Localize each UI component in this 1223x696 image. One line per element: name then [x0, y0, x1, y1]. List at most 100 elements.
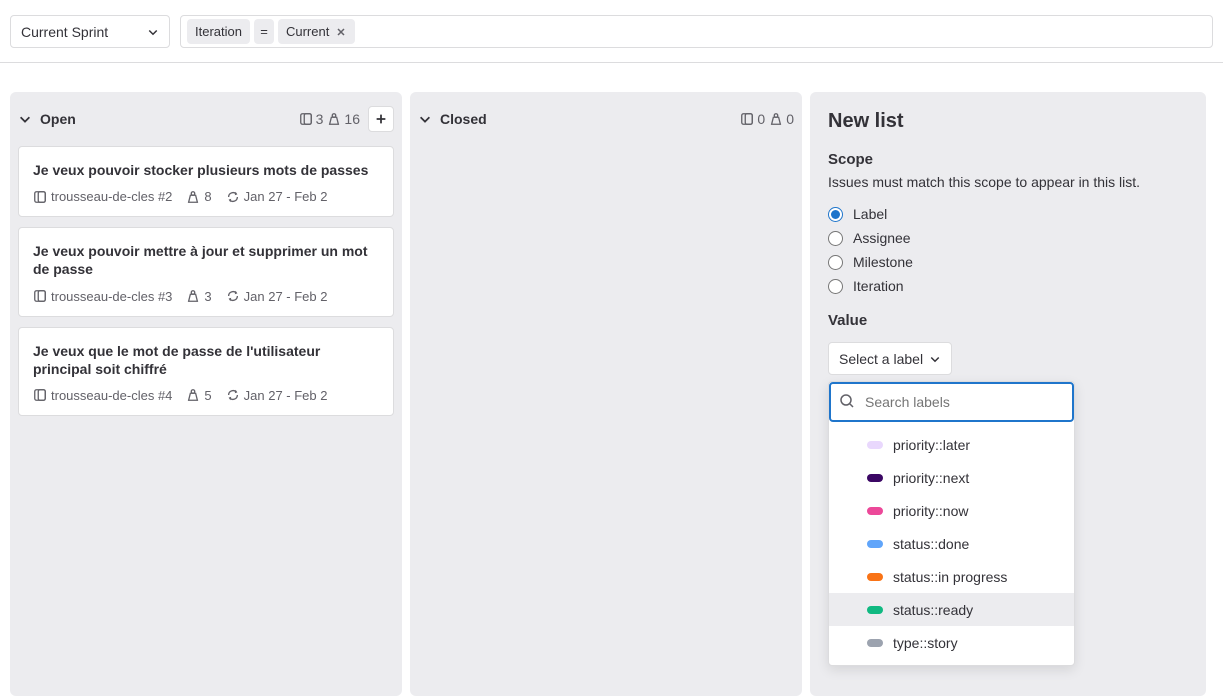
weight-icon [186, 289, 200, 303]
card-iteration: Jan 27 - Feb 2 [226, 289, 328, 304]
radio-label: Label [853, 206, 887, 222]
card-meta: trousseau-de-cles #28Jan 27 - Feb 2 [33, 189, 379, 204]
card-iteration: Jan 27 - Feb 2 [226, 189, 328, 204]
issues-stat: 3 [299, 111, 324, 127]
label-swatch [867, 474, 883, 482]
add-card-button[interactable] [368, 106, 394, 132]
weight-stat: 0 [769, 111, 794, 127]
chevron-down-icon [147, 26, 159, 38]
column-stats: 316 [299, 111, 360, 127]
card-title: Je veux pouvoir stocker plusieurs mots d… [33, 161, 379, 179]
radio-label: Iteration [853, 278, 904, 294]
weight-stat: 16 [327, 111, 360, 127]
label-swatch [867, 639, 883, 647]
card-weight: 3 [186, 289, 211, 304]
label-search-input[interactable] [829, 382, 1074, 422]
radio-label: Assignee [853, 230, 911, 246]
label-option[interactable]: status::done [829, 527, 1074, 560]
value-section: Value Select a label priority::laterprio… [828, 312, 1188, 666]
filter-chip-value[interactable]: Current [278, 19, 355, 44]
scope-radio-label[interactable]: Label [828, 206, 1188, 222]
scope-description: Issues must match this scope to appear i… [828, 174, 1188, 190]
project-text: trousseau-de-cles #3 [51, 289, 172, 304]
radio-input[interactable] [828, 255, 843, 270]
issues-stat: 0 [740, 111, 765, 127]
issue-card[interactable]: Je veux pouvoir stocker plusieurs mots d… [18, 146, 394, 217]
chevron-down-icon[interactable] [418, 112, 432, 126]
label-option[interactable]: priority::later [829, 428, 1074, 461]
weight-text: 8 [204, 189, 211, 204]
label-swatch [867, 573, 883, 581]
issues-icon [33, 289, 47, 303]
board-column: Closed 00 [410, 92, 802, 696]
label-option[interactable]: status::in progress [829, 560, 1074, 593]
close-icon[interactable] [335, 26, 347, 38]
issue-card[interactable]: Je veux pouvoir mettre à jour et supprim… [18, 227, 394, 316]
select-label-button[interactable]: Select a label [828, 342, 952, 375]
radio-input[interactable] [828, 279, 843, 294]
issues-icon [33, 190, 47, 204]
scope-radio-assignee[interactable]: Assignee [828, 230, 1188, 246]
project-ref: trousseau-de-cles #4 [33, 388, 172, 403]
radio-input[interactable] [828, 207, 843, 222]
label-swatch [867, 507, 883, 515]
chevron-down-icon[interactable] [18, 112, 32, 126]
weight-icon [769, 112, 783, 126]
label-option-text: priority::now [893, 503, 968, 519]
scope-radio-milestone[interactable]: Milestone [828, 254, 1188, 270]
search-wrapper [829, 382, 1074, 422]
scope-radio-group: Label Assignee Milestone Iteration [828, 206, 1188, 294]
label-option[interactable]: priority::next [829, 461, 1074, 494]
dates-text: Jan 27 - Feb 2 [244, 189, 328, 204]
chip-text: Current [286, 24, 329, 39]
chip-text: Iteration [195, 24, 242, 39]
label-option[interactable]: status::ready [829, 593, 1074, 626]
dates-text: Jan 27 - Feb 2 [244, 388, 328, 403]
sprint-selector[interactable]: Current Sprint [10, 15, 170, 48]
sprint-label: Current Sprint [21, 24, 108, 40]
column-header: Closed 00 [410, 92, 802, 146]
column-title: Open [40, 111, 76, 127]
filter-chip-field[interactable]: Iteration [187, 19, 250, 44]
filter-input-area[interactable]: Iteration = Current [180, 15, 1213, 48]
radio-label: Milestone [853, 254, 913, 270]
issue-card[interactable]: Je veux que le mot de passe de l'utilisa… [18, 327, 394, 416]
dates-text: Jan 27 - Feb 2 [244, 289, 328, 304]
column-title: Closed [440, 111, 487, 127]
board: Open316Je veux pouvoir stocker plusieurs… [0, 63, 1223, 696]
issues-icon [33, 388, 47, 402]
issues-count: 3 [316, 111, 324, 127]
label-option-text: status::in progress [893, 569, 1007, 585]
weight-text: 3 [204, 289, 211, 304]
iteration-icon [226, 190, 240, 204]
label-option[interactable]: priority::now [829, 494, 1074, 527]
chevron-down-icon [929, 353, 941, 365]
issues-count: 0 [757, 111, 765, 127]
label-swatch [867, 540, 883, 548]
weight-text: 5 [204, 388, 211, 403]
label-option-text: priority::later [893, 437, 970, 453]
column-stats: 00 [740, 111, 794, 127]
plus-icon [374, 112, 388, 126]
column-body: Je veux pouvoir stocker plusieurs mots d… [10, 146, 402, 696]
scope-radio-iteration[interactable]: Iteration [828, 278, 1188, 294]
card-title: Je veux pouvoir mettre à jour et supprim… [33, 242, 379, 278]
label-option-text: priority::next [893, 470, 969, 486]
label-option-text: status::done [893, 536, 969, 552]
label-option-text: status::ready [893, 602, 973, 618]
column-body [410, 146, 802, 696]
new-list-panel: New list Scope Issues must match this sc… [810, 92, 1206, 696]
radio-input[interactable] [828, 231, 843, 246]
label-option[interactable]: type::story [829, 626, 1074, 659]
weight-icon [186, 388, 200, 402]
card-meta: trousseau-de-cles #4 5 Jan 27 - Feb 2 [33, 388, 379, 403]
value-heading: Value [828, 312, 1188, 329]
filter-chip-operator[interactable]: = [254, 19, 274, 44]
iteration-icon [226, 388, 240, 402]
chip-text: = [260, 24, 268, 39]
label-swatch [867, 606, 883, 614]
column-header: Open 316 [10, 92, 402, 146]
project-ref: trousseau-de-cles #3 [33, 289, 172, 304]
card-meta: trousseau-de-cles #3 3 Jan 27 - Feb 2 [33, 289, 379, 304]
card-weight: 8 [186, 189, 211, 204]
